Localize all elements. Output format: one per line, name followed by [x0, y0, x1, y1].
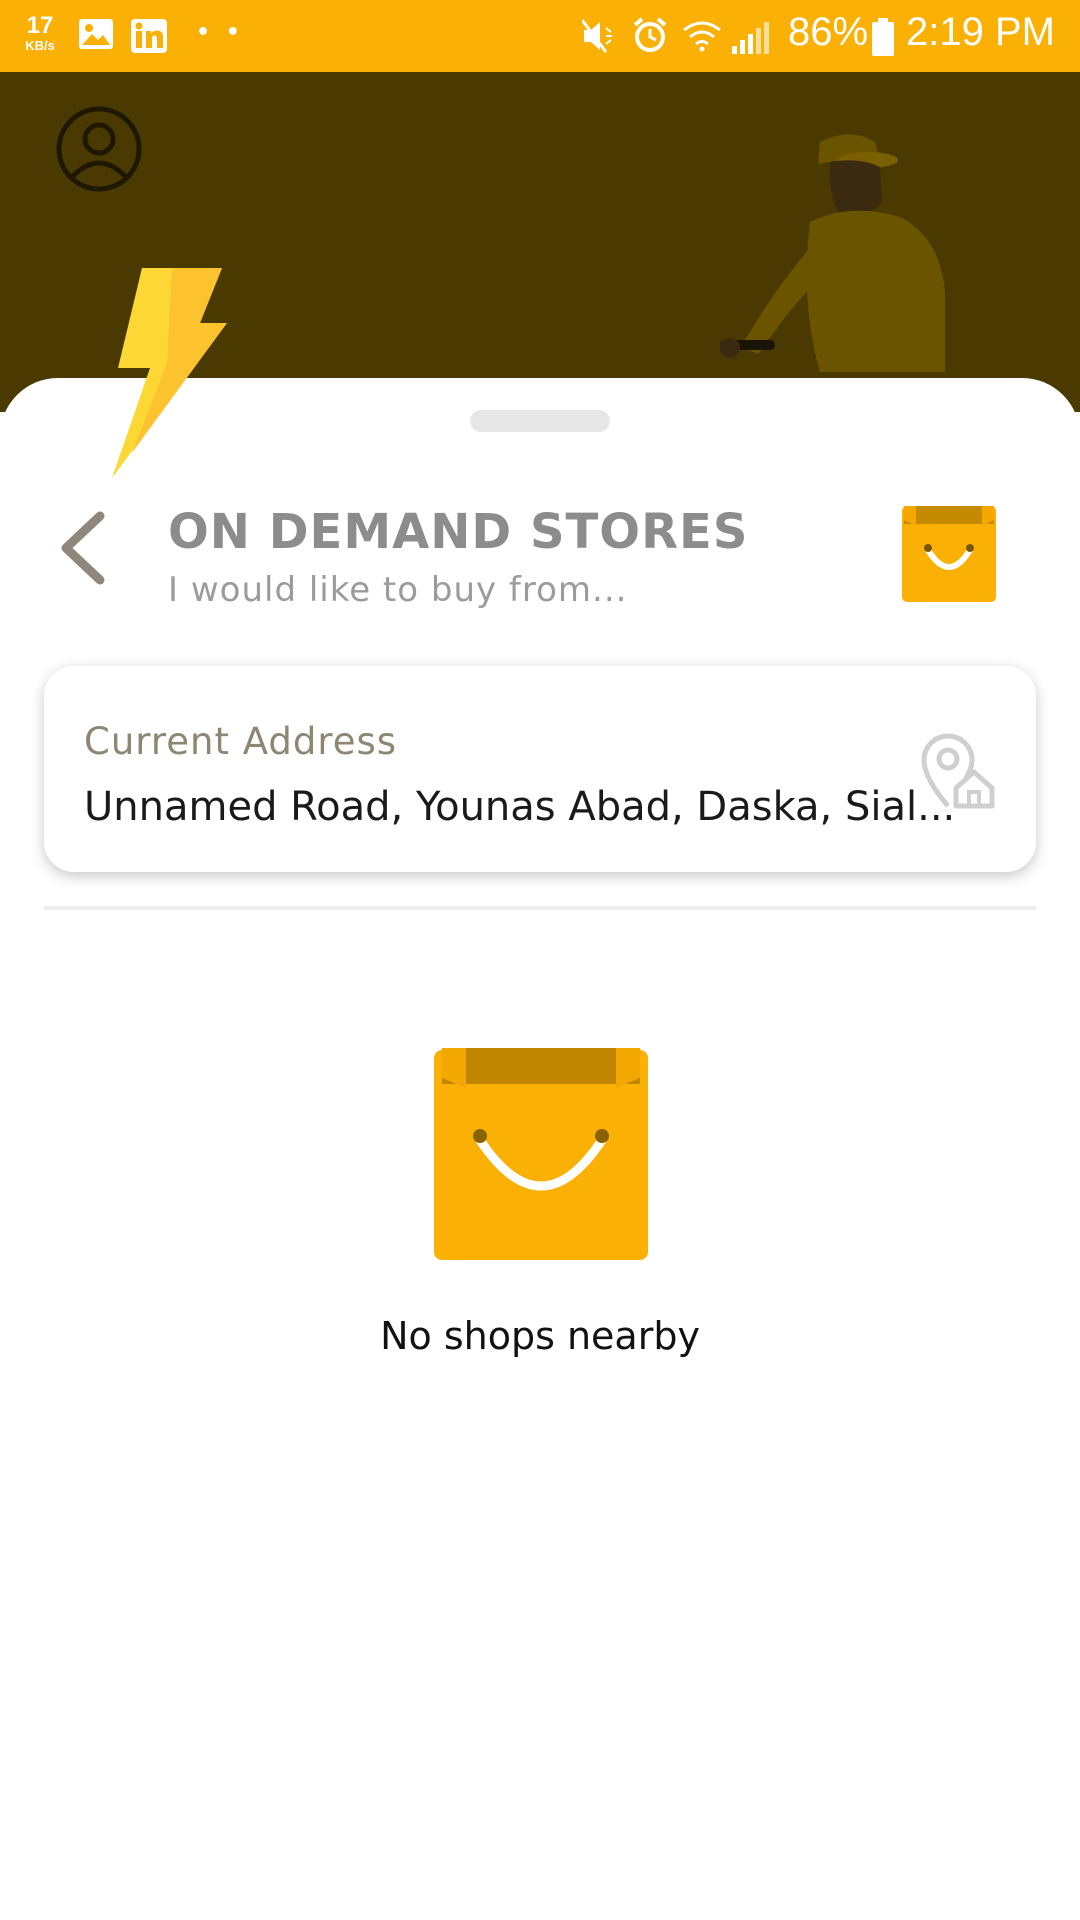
page-subtitle: I would like to buy from... — [168, 570, 628, 610]
network-speed: 17 KB/s — [18, 12, 62, 53]
current-address-card[interactable]: Current Address Unnamed Road, Younas Aba… — [44, 666, 1036, 872]
empty-shopping-bag-icon — [434, 1048, 648, 1260]
alarm-icon — [633, 17, 667, 52]
battery-icon — [872, 18, 894, 56]
address-value: Unnamed Road, Younas Abad, Daska, Sial..… — [84, 784, 956, 830]
battery-percent: 86% — [788, 10, 869, 54]
image-icon — [78, 18, 114, 54]
wifi-icon — [683, 21, 721, 52]
stores-sheet: ON DEMAND STORES I would like to buy fro… — [0, 378, 1080, 1920]
profile-icon[interactable] — [56, 106, 142, 192]
page-title: ON DEMAND STORES — [168, 504, 749, 560]
system-status-icons — [582, 17, 769, 54]
address-label: Current Address — [84, 720, 398, 763]
location-home-icon[interactable] — [918, 730, 996, 810]
network-speed-value: 17 — [26, 12, 54, 39]
back-button[interactable] — [54, 508, 114, 588]
clock-time: 2:19 PM — [906, 10, 1055, 54]
signal-icon — [732, 22, 769, 54]
empty-state-message: No shops nearby — [380, 1314, 700, 1358]
sheet-drag-handle[interactable] — [470, 410, 610, 432]
more-notifications-dots: • • — [196, 20, 244, 45]
delivery-rider-illustration — [720, 134, 945, 372]
lightning-bolt-icon — [112, 268, 227, 478]
mute-icon — [582, 19, 612, 53]
status-bar: 17 KB/s • • 86% 2:19 PM — [0, 0, 1080, 72]
linkedin-icon — [130, 18, 168, 58]
shopping-bag-button[interactable] — [900, 504, 1000, 604]
section-divider — [44, 906, 1036, 910]
network-speed-unit: KB/s — [25, 38, 55, 53]
